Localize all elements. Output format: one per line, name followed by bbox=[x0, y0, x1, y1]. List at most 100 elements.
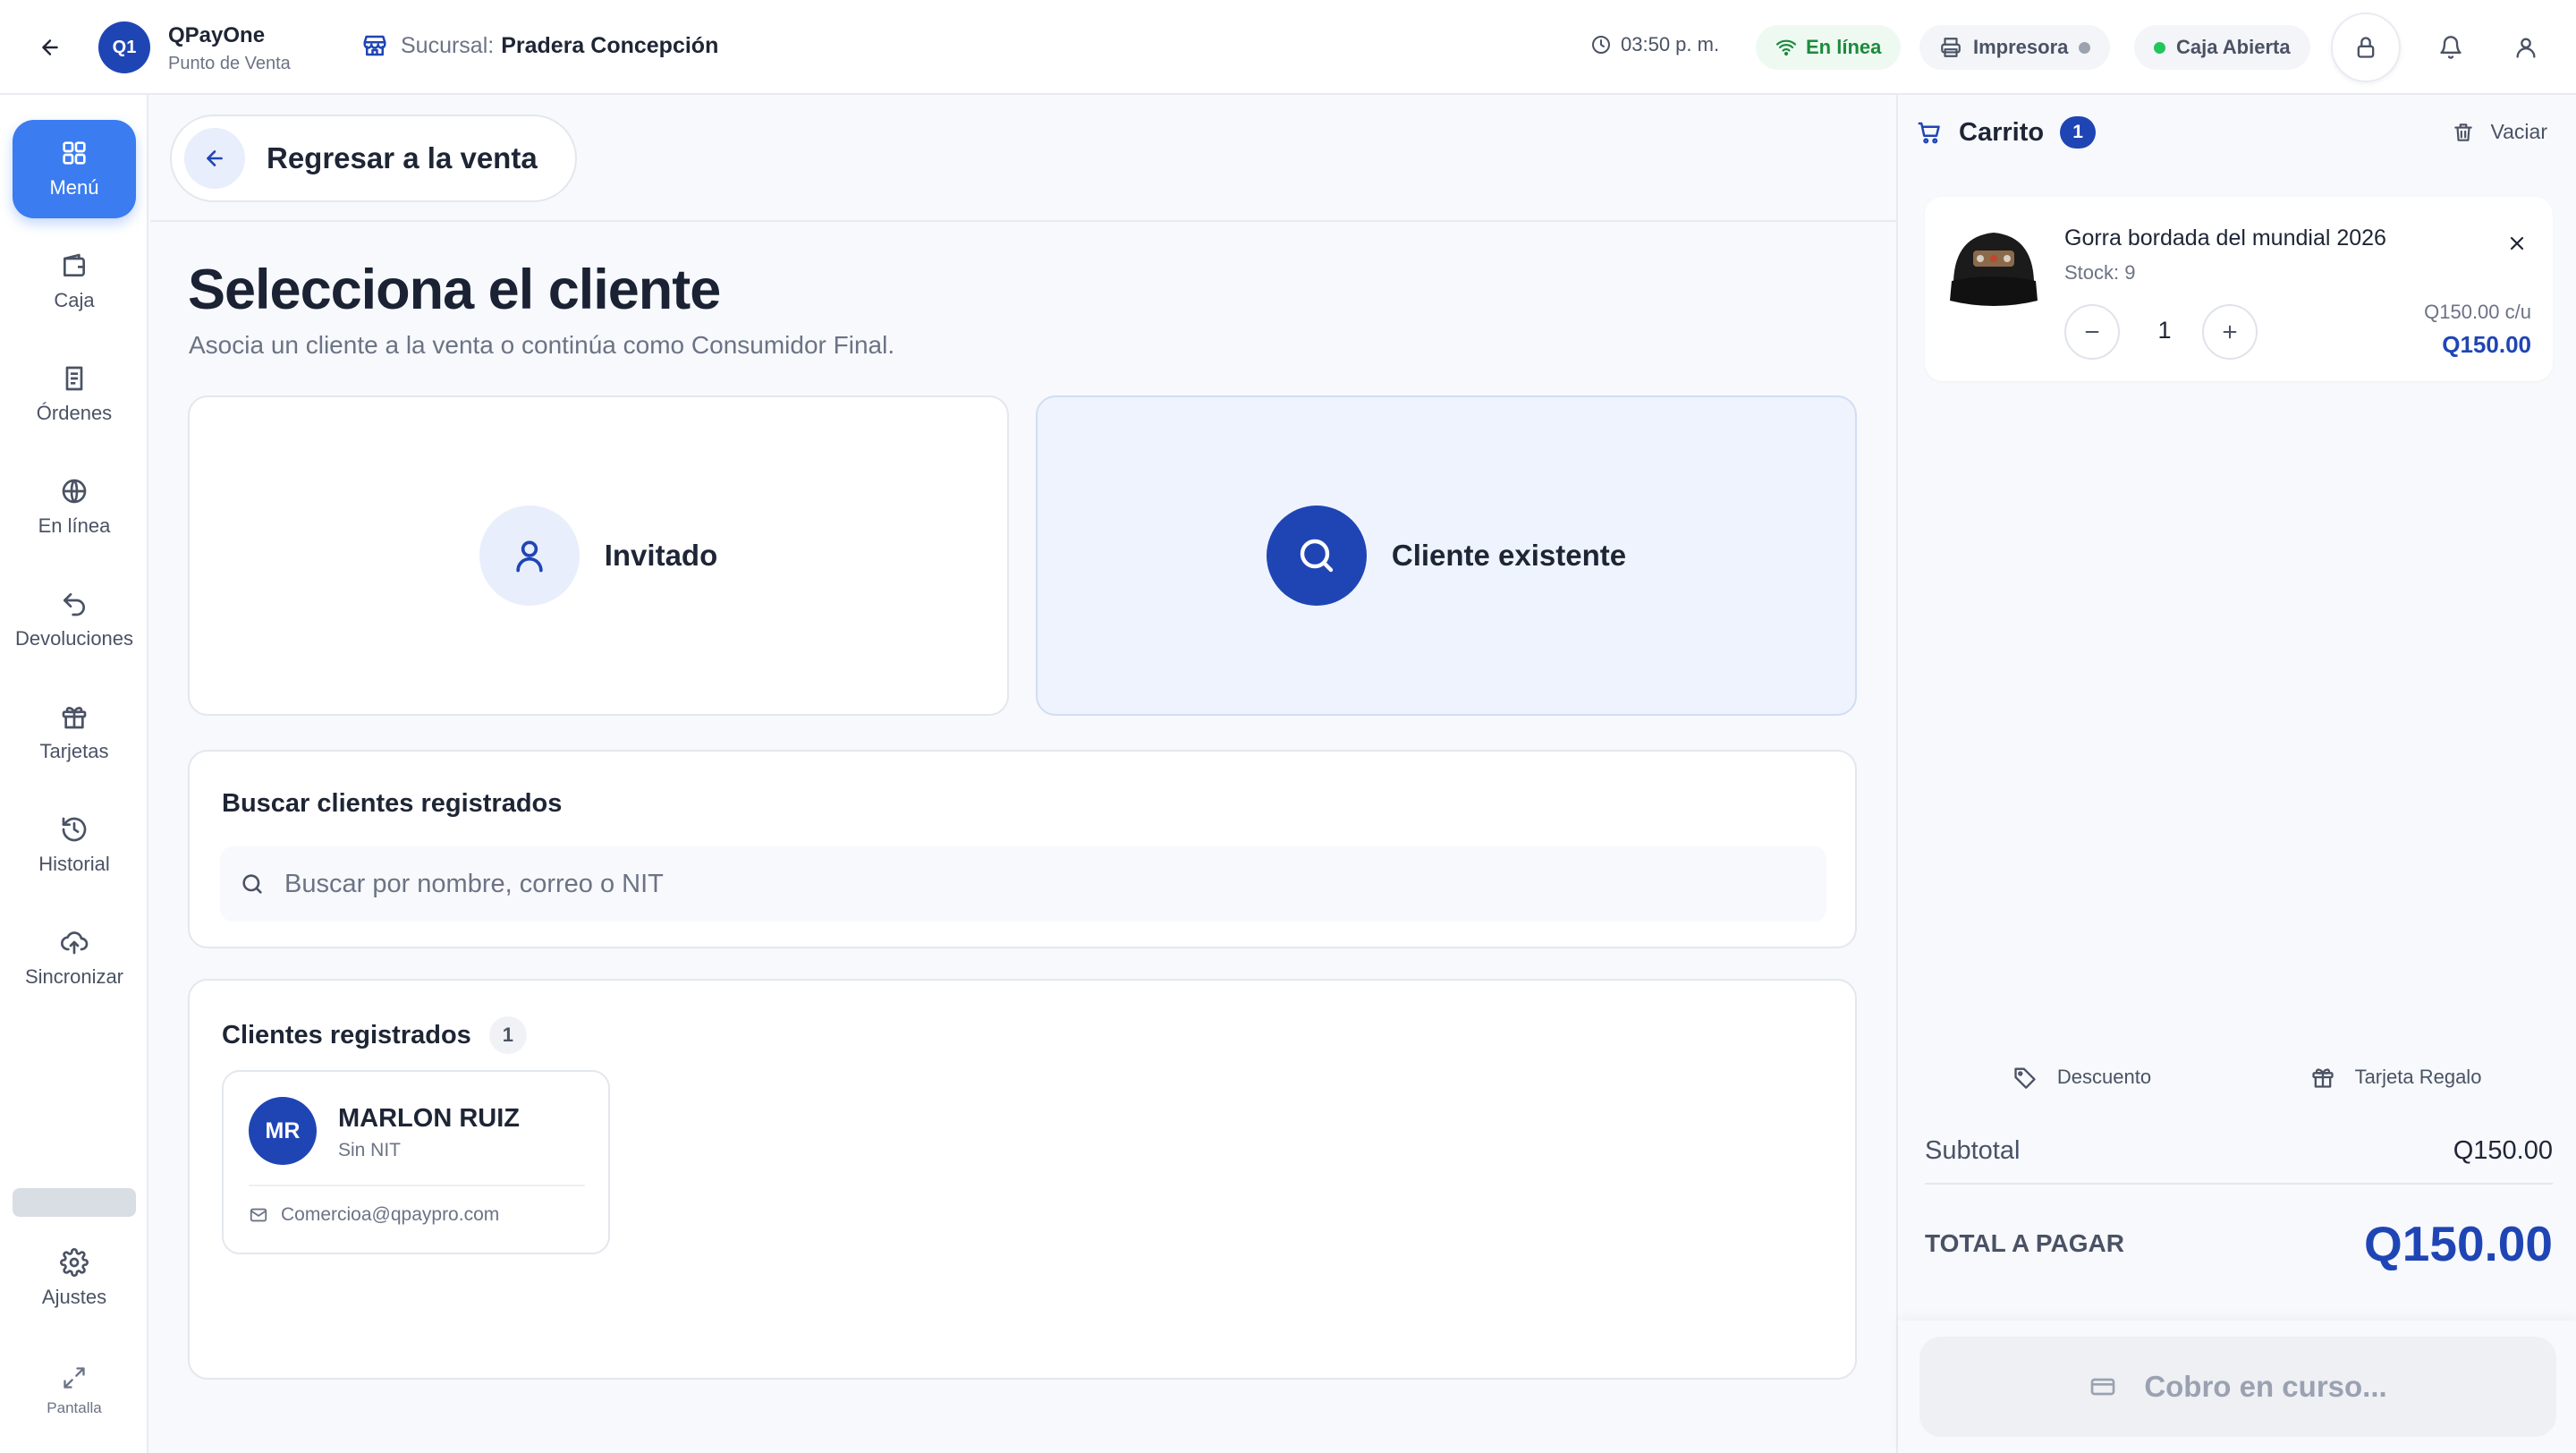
cart-icon bbox=[1918, 122, 1940, 144]
increase-quantity-button[interactable] bbox=[2202, 304, 2258, 360]
total-row: TOTAL A PAGAR Q150.00 bbox=[1925, 1215, 2553, 1272]
guest-option-label: Invitado bbox=[604, 539, 718, 572]
app-name: QPayOne bbox=[168, 23, 266, 47]
sidebar-item-label: Pantalla bbox=[47, 1399, 102, 1416]
back-arrow-button[interactable] bbox=[32, 30, 68, 65]
clock-icon bbox=[1592, 36, 1610, 54]
cart-header: Carrito 1 bbox=[1916, 116, 2097, 149]
sidebar-item-devoluciones[interactable]: Devoluciones bbox=[13, 571, 136, 669]
sidebar-item-pantalla[interactable]: Pantalla bbox=[13, 1342, 136, 1440]
sidebar-item-sincronizar[interactable]: Sincronizar bbox=[13, 909, 136, 1007]
arrow-left-icon bbox=[42, 39, 58, 55]
app-logo: Q1 bbox=[98, 21, 150, 73]
registered-clients-card: Clientes registrados 1 MR MARLON RUIZ Si… bbox=[188, 979, 1857, 1380]
sidebar-item-label: Caja bbox=[54, 289, 95, 311]
client-email-row: Comercioa@qpaypro.com bbox=[249, 1204, 499, 1226]
sidebar-item-label: Tarjetas bbox=[39, 740, 109, 762]
guest-icon-circle bbox=[479, 506, 580, 606]
total-value: Q150.00 bbox=[2363, 1216, 2553, 1271]
gear-icon bbox=[60, 1248, 89, 1277]
client-search-card: Buscar clientes registrados bbox=[188, 750, 1857, 948]
grid-icon bbox=[63, 141, 86, 165]
sidebar-item-ordenes[interactable]: Órdenes bbox=[13, 345, 136, 444]
bell-icon bbox=[2440, 36, 2462, 59]
sidebar: Menú Caja Órdenes En línea Devoluciones … bbox=[0, 95, 148, 1453]
cart-panel: Carrito 1 Vaciar Gorra bordada del mundi… bbox=[1896, 95, 2576, 1453]
credit-card-icon bbox=[2090, 1378, 2115, 1396]
subtotal-label: Subtotal bbox=[1925, 1136, 2021, 1165]
sidebar-item-caja[interactable]: Caja bbox=[13, 233, 136, 331]
search-icon bbox=[242, 874, 262, 894]
sidebar-item-label: Sincronizar bbox=[24, 965, 124, 988]
user-icon bbox=[2516, 38, 2536, 58]
gift-card-label: Tarjeta Regalo bbox=[2354, 1066, 2482, 1088]
cart-title: Carrito bbox=[1959, 117, 2045, 147]
back-to-sale-button[interactable]: Regresar a la venta bbox=[170, 115, 577, 202]
lock-button[interactable] bbox=[2331, 13, 2401, 82]
online-status-badge: En línea bbox=[1756, 25, 1902, 70]
client-search-title: Buscar clientes registrados bbox=[222, 789, 563, 818]
branch-value: Pradera Concepción bbox=[501, 32, 719, 58]
close-icon bbox=[2510, 236, 2524, 251]
client-search-box[interactable] bbox=[220, 846, 1826, 922]
lock-icon bbox=[2357, 37, 2375, 58]
undo-icon bbox=[64, 593, 85, 616]
clear-cart-button[interactable]: Vaciar bbox=[2452, 120, 2548, 144]
store-icon bbox=[363, 35, 386, 56]
subtotal-row: Subtotal Q150.00 bbox=[1925, 1136, 2553, 1166]
clock: 03:50 p. m. bbox=[1590, 33, 1719, 56]
discount-button[interactable]: Descuento bbox=[1925, 1049, 2239, 1106]
guest-option-card[interactable]: Invitado bbox=[188, 395, 1009, 716]
tag-icon bbox=[2014, 1067, 2036, 1089]
printer-status-dot bbox=[2079, 41, 2091, 54]
printer-status-button[interactable]: Impresora bbox=[1919, 25, 2111, 70]
back-circle bbox=[184, 128, 245, 189]
client-email: Comercioa@qpaypro.com bbox=[281, 1204, 500, 1225]
sidebar-item-ajustes[interactable]: Ajustes bbox=[13, 1229, 136, 1328]
sidebar-item-tarjetas[interactable]: Tarjetas bbox=[13, 684, 136, 782]
gift-icon bbox=[62, 707, 87, 729]
sidebar-item-historial[interactable]: Historial bbox=[13, 796, 136, 895]
receipt-icon bbox=[65, 366, 83, 391]
sidebar-item-en-linea[interactable]: En línea bbox=[13, 458, 136, 557]
remove-item-button[interactable] bbox=[2503, 229, 2531, 258]
search-icon bbox=[1300, 539, 1334, 573]
sidebar-item-label: Historial bbox=[38, 853, 110, 875]
client-name: MARLON RUIZ bbox=[338, 1104, 520, 1133]
branch-label: Sucursal: bbox=[401, 32, 495, 58]
existing-client-option-card[interactable]: Cliente existente bbox=[1036, 395, 1857, 716]
sidebar-item-label: Ajustes bbox=[41, 1286, 107, 1308]
sidebar-item-label: En línea bbox=[38, 514, 111, 537]
user-button[interactable] bbox=[2508, 30, 2544, 65]
cash-status-dot bbox=[2154, 41, 2165, 54]
cart-item-name: Gorra bordada del mundial 2026 bbox=[2064, 225, 2386, 251]
cart-item: Gorra bordada del mundial 2026 Stock: 9 … bbox=[1925, 197, 2553, 381]
gift-card-button[interactable]: Tarjeta Regalo bbox=[2239, 1049, 2553, 1106]
client-card[interactable]: MR MARLON RUIZ Sin NIT Comercioa@qpaypro… bbox=[222, 1070, 610, 1254]
cash-status-label: Caja Abierta bbox=[2176, 36, 2291, 58]
sidebar-item-menu[interactable]: Menú bbox=[13, 120, 136, 218]
app-identity: QPayOne Punto de Venta bbox=[168, 23, 291, 74]
user-icon bbox=[516, 540, 543, 573]
decrease-quantity-button[interactable] bbox=[2064, 304, 2120, 360]
globe-icon bbox=[62, 479, 87, 504]
clear-cart-label: Vaciar bbox=[2490, 120, 2548, 143]
line-total: Q150.00 bbox=[2442, 331, 2531, 358]
client-avatar: MR bbox=[249, 1097, 317, 1165]
cart-count-badge: 1 bbox=[2060, 116, 2097, 149]
client-search-input[interactable] bbox=[284, 869, 1805, 899]
back-bar: Regresar a la venta bbox=[150, 97, 1896, 222]
gift-icon bbox=[2311, 1068, 2334, 1088]
cash-status-badge: Caja Abierta bbox=[2134, 25, 2310, 70]
charge-button[interactable]: Cobro en curso... bbox=[1919, 1337, 2556, 1437]
sidebar-placeholder-bar bbox=[13, 1188, 136, 1217]
client-divider bbox=[249, 1185, 585, 1186]
product-thumbnail bbox=[1945, 218, 2043, 317]
arrow-left-icon bbox=[207, 150, 223, 166]
sidebar-item-label: Menú bbox=[49, 176, 99, 199]
charge-label: Cobro en curso... bbox=[2144, 1370, 2387, 1403]
expand-icon bbox=[64, 1367, 85, 1389]
page-title: Selecciona el cliente bbox=[188, 259, 721, 321]
subtotal-value: Q150.00 bbox=[2453, 1136, 2553, 1165]
notifications-button[interactable] bbox=[2433, 30, 2469, 65]
